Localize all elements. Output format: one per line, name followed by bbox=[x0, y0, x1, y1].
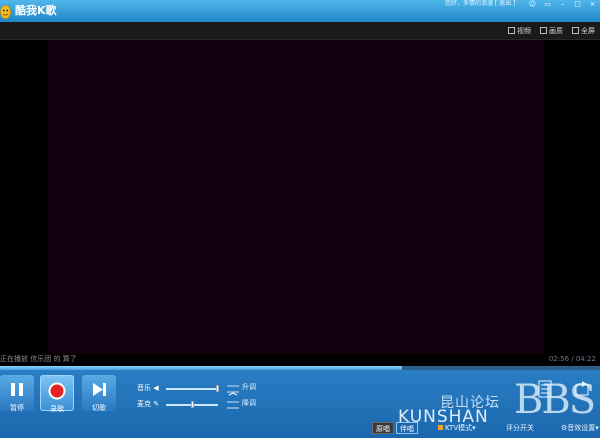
next-song-button[interactable]: 切歌 bbox=[82, 375, 116, 412]
ktv-mode-icon bbox=[438, 425, 443, 430]
chevron-down-icon: ▾ bbox=[472, 424, 476, 432]
mic-volume-label-group: 麦克 ✎ bbox=[137, 400, 159, 408]
pause-icon bbox=[11, 383, 23, 396]
user-status-text[interactable]: 您好，多情的浪漫 [ 退出 ] bbox=[445, 0, 515, 8]
lower-key-button[interactable]: 降调 bbox=[242, 399, 256, 407]
ktv-mode-selector[interactable]: KTV模式▾ bbox=[438, 424, 476, 433]
export-icon[interactable] bbox=[575, 380, 591, 396]
microphone-icon: ✎ bbox=[153, 400, 160, 408]
key-adjust-icon bbox=[227, 385, 239, 409]
close-icon[interactable]: × bbox=[588, 1, 597, 8]
accompaniment-button[interactable]: 伴唱 bbox=[396, 422, 418, 434]
chevron-down-icon: ▾ bbox=[595, 424, 599, 432]
video-mode-label: 视频 bbox=[517, 27, 531, 35]
playback-time: 02:56 / 04:22 bbox=[548, 355, 596, 363]
video-icon bbox=[508, 27, 515, 34]
raise-key-button[interactable]: 升调 bbox=[242, 383, 256, 391]
record-button[interactable]: 录歌 bbox=[40, 375, 74, 413]
next-icon bbox=[93, 383, 106, 396]
next-song-label: 切歌 bbox=[92, 404, 106, 412]
image-quality-button[interactable]: 画质 bbox=[540, 26, 563, 36]
video-player-area[interactable] bbox=[48, 40, 544, 354]
fullscreen-icon bbox=[572, 27, 579, 34]
original-vocal-button[interactable]: 原唱 bbox=[372, 422, 394, 434]
kuwo-logo-icon bbox=[0, 5, 11, 19]
playlist-icon[interactable] bbox=[538, 380, 552, 398]
minimize-icon[interactable]: – bbox=[558, 1, 567, 8]
fullscreen-label: 全屏 bbox=[581, 27, 595, 35]
speaker-icon: ◀ bbox=[153, 384, 159, 392]
music-volume-slider[interactable] bbox=[166, 388, 218, 390]
record-icon bbox=[48, 382, 66, 400]
maximize-icon[interactable]: □ bbox=[573, 1, 582, 8]
now-playing-text: 正在播放 信乐团 的 算了 bbox=[0, 355, 77, 363]
title-bar: 酷我K歌 您好，多情的浪漫 [ 退出 ] ☺ ▭ – □ × bbox=[0, 0, 600, 22]
view-toolbar: 视频 画质 全屏 bbox=[0, 22, 600, 40]
app-title: 酷我K歌 bbox=[15, 4, 57, 17]
skin-icon[interactable]: ☺ bbox=[528, 1, 537, 8]
music-volume-label-group: 音乐 ◀ bbox=[137, 384, 159, 392]
mini-mode-icon[interactable]: ▭ bbox=[543, 1, 552, 8]
music-volume-thumb[interactable] bbox=[216, 385, 219, 392]
sound-settings-selector[interactable]: ⚙音效设置▾ bbox=[561, 424, 599, 433]
mic-volume-thumb[interactable] bbox=[191, 401, 195, 408]
mic-label: 麦克 bbox=[137, 400, 151, 408]
image-quality-label: 画质 bbox=[549, 27, 563, 35]
pause-label: 暂停 bbox=[10, 404, 24, 412]
sound-settings-label: 音效设置 bbox=[567, 424, 596, 432]
fullscreen-button[interactable]: 全屏 bbox=[572, 26, 595, 36]
music-label: 音乐 bbox=[137, 384, 151, 392]
status-line bbox=[0, 354, 600, 366]
score-toggle[interactable]: 评分开关 bbox=[506, 424, 534, 433]
ktv-mode-label: KTV模式 bbox=[445, 424, 473, 432]
pause-button[interactable]: 暂停 bbox=[0, 375, 34, 412]
record-label: 录歌 bbox=[50, 405, 64, 413]
video-mode-button[interactable]: 视频 bbox=[508, 26, 531, 36]
image-icon bbox=[540, 27, 547, 34]
